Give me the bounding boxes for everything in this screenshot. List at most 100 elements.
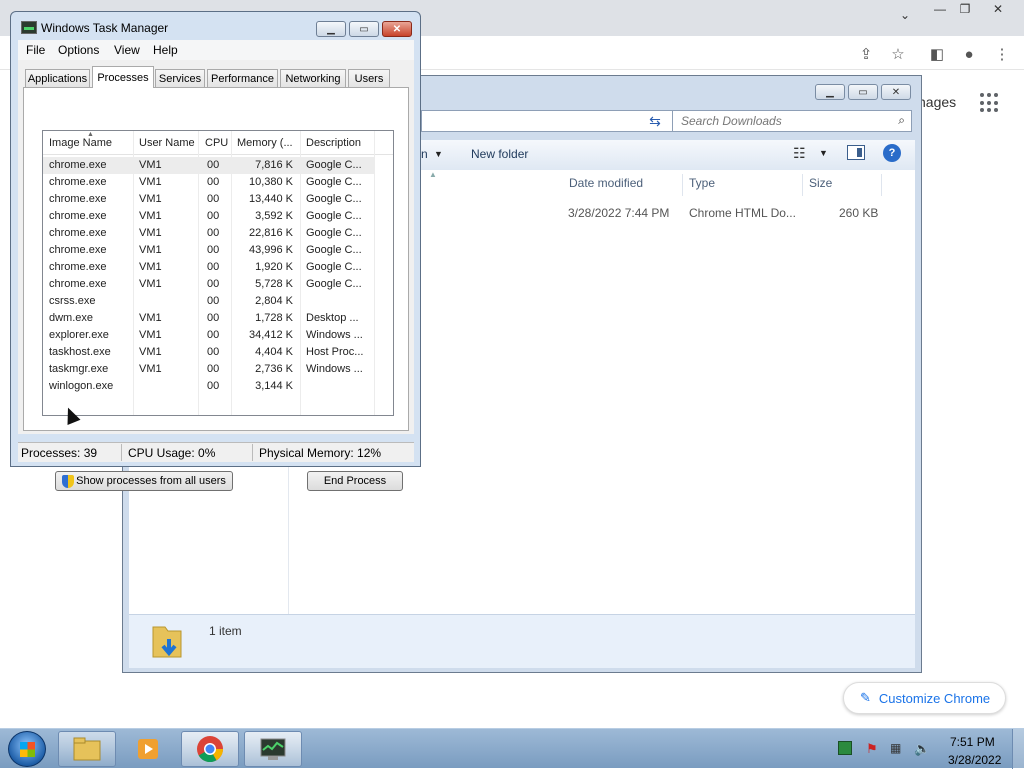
search-downloads-input[interactable]: Search Downloads ⌕ — [672, 110, 912, 132]
search-placeholder: Search Downloads — [681, 114, 782, 128]
share-icon[interactable]: ⇪ — [856, 44, 876, 64]
process-memory: 3,144 K — [255, 380, 293, 392]
chrome-restore-button[interactable]: ❐ — [950, 0, 980, 18]
show-desktop-button[interactable] — [1012, 729, 1024, 769]
show-all-processes-button[interactable]: Show processes from all users — [55, 471, 233, 491]
process-row[interactable]: explorer.exe VM1 00 34,412 K Windows ... — [43, 327, 375, 344]
process-cpu: 00 — [207, 312, 220, 324]
process-list[interactable]: ▲ Image Name User Name CPU Memory (... D… — [42, 130, 394, 416]
menu-help[interactable]: Help — [153, 43, 178, 57]
process-row[interactable]: chrome.exe VM1 00 10,380 K Google C... — [43, 174, 375, 191]
task-manager-tray-icon[interactable] — [838, 741, 852, 755]
process-cpu: 00 — [207, 346, 220, 358]
chrome-menu-icon[interactable]: ⋮ — [992, 44, 1012, 64]
col-size[interactable]: Size — [809, 176, 832, 190]
task-manager-titlebar[interactable]: Windows Task Manager ▁ ▭ ✕ — [11, 12, 420, 40]
tab-services[interactable]: Services — [155, 69, 205, 87]
organize-button-fragment[interactable]: n — [421, 147, 428, 161]
tab-networking[interactable]: Networking — [280, 69, 346, 87]
profile-avatar-icon[interactable]: ● — [959, 44, 979, 64]
process-row[interactable]: chrome.exe VM1 00 22,816 K Google C... — [43, 225, 375, 242]
col-date-modified[interactable]: Date modified — [569, 176, 643, 190]
explorer-maximize-button[interactable]: ▭ — [848, 84, 878, 100]
process-cpu: 00 — [207, 363, 220, 375]
col-memory[interactable]: Memory (... — [237, 137, 293, 149]
customize-chrome-button[interactable]: ✎ Customize Chrome — [843, 682, 1006, 714]
explorer-minimize-button[interactable]: ▁ — [815, 84, 845, 100]
col-image-name[interactable]: Image Name — [49, 137, 112, 149]
file-size[interactable]: 260 KB — [839, 206, 878, 220]
process-row[interactable]: chrome.exe VM1 00 1,920 K Google C... — [43, 259, 375, 276]
col-cpu[interactable]: CPU — [205, 137, 228, 149]
minimize-button[interactable]: ▁ — [316, 21, 346, 37]
clock-date[interactable]: 3/28/2022 — [948, 753, 1001, 767]
process-row[interactable]: chrome.exe VM1 00 5,728 K Google C... — [43, 276, 375, 293]
new-folder-button[interactable]: New folder — [471, 147, 528, 161]
col-separator[interactable] — [682, 174, 683, 196]
google-apps-icon[interactable] — [980, 93, 1000, 113]
process-name: chrome.exe — [49, 193, 107, 205]
change-view-icon[interactable]: ☷ — [793, 145, 806, 162]
tab-users[interactable]: Users — [348, 69, 390, 87]
view-dropdown-icon[interactable]: ▼ — [819, 148, 828, 158]
close-button[interactable]: ✕ — [382, 21, 412, 37]
process-row[interactable]: taskmgr.exe VM1 00 2,736 K Windows ... — [43, 361, 375, 378]
help-icon[interactable]: ? — [883, 144, 901, 162]
explorer-close-button[interactable]: ✕ — [881, 84, 911, 100]
tab-applications[interactable]: Applications — [25, 69, 90, 87]
clock-time[interactable]: 7:51 PM — [950, 735, 995, 749]
taskbar-chrome[interactable] — [181, 731, 239, 767]
process-row[interactable]: chrome.exe VM1 00 7,816 K Google C... — [43, 157, 375, 174]
search-icon[interactable]: ⌕ — [898, 113, 905, 128]
col-user-name[interactable]: User Name — [139, 137, 195, 149]
volume-icon[interactable]: 🔈 — [914, 741, 930, 756]
col-separator[interactable] — [802, 174, 803, 196]
chrome-close-button[interactable]: ✕ — [983, 0, 1013, 18]
process-name: taskhost.exe — [49, 346, 111, 358]
side-panel-icon[interactable]: ◧ — [927, 44, 947, 64]
process-user: VM1 — [139, 278, 162, 290]
task-manager-window: Windows Task Manager ▁ ▭ ✕ File Options … — [10, 11, 421, 491]
start-button[interactable] — [8, 731, 46, 767]
network-icon[interactable]: ▦ — [890, 741, 904, 755]
explorer-folder-icon — [73, 737, 101, 761]
process-row[interactable]: chrome.exe VM1 00 3,592 K Google C... — [43, 208, 375, 225]
process-description: Google C... — [306, 244, 362, 256]
col-separator[interactable] — [881, 174, 882, 196]
process-user: VM1 — [139, 329, 162, 341]
tab-processes[interactable]: Processes — [92, 66, 154, 88]
pencil-icon: ✎ — [860, 690, 871, 705]
process-row[interactable]: winlogon.exe 00 3,144 K — [43, 378, 375, 395]
maximize-button[interactable]: ▭ — [349, 21, 379, 37]
process-memory: 1,728 K — [255, 312, 293, 324]
process-memory: 34,412 K — [248, 329, 293, 341]
bookmark-star-icon[interactable]: ☆ — [888, 44, 908, 64]
organize-dropdown-icon[interactable]: ▼ — [434, 149, 443, 159]
file-type[interactable]: Chrome HTML Do... — [689, 206, 796, 220]
menu-view[interactable]: View — [114, 43, 140, 57]
tab-performance[interactable]: Performance — [207, 69, 278, 87]
taskbar-media-player[interactable] — [119, 731, 177, 767]
end-process-button[interactable]: End Process — [307, 471, 403, 491]
images-link[interactable]: nages — [918, 94, 956, 110]
taskbar-task-manager[interactable] — [244, 731, 302, 767]
process-description: Desktop ... — [306, 312, 359, 324]
col-type[interactable]: Type — [689, 176, 715, 190]
taskbar-explorer[interactable] — [58, 731, 116, 767]
process-user: VM1 — [139, 261, 162, 273]
menu-file[interactable]: File — [26, 43, 45, 57]
process-row[interactable]: dwm.exe VM1 00 1,728 K Desktop ... — [43, 310, 375, 327]
process-row[interactable]: chrome.exe VM1 00 43,996 K Google C... — [43, 242, 375, 259]
process-description: Host Proc... — [306, 346, 364, 358]
col-description[interactable]: Description — [306, 137, 361, 149]
process-row[interactable]: taskhost.exe VM1 00 4,404 K Host Proc... — [43, 344, 375, 361]
refresh-icon[interactable]: ⇆ — [643, 110, 667, 132]
tab-search-chevron-icon[interactable]: ⌄ — [890, 6, 920, 24]
menu-options[interactable]: Options — [58, 43, 99, 57]
process-memory: 5,728 K — [255, 278, 293, 290]
process-row[interactable]: csrss.exe 00 2,804 K — [43, 293, 375, 310]
file-date-modified[interactable]: 3/28/2022 7:44 PM — [568, 206, 669, 220]
process-row[interactable]: chrome.exe VM1 00 13,440 K Google C... — [43, 191, 375, 208]
action-center-flag-icon[interactable]: ⚑ — [866, 741, 880, 756]
preview-pane-icon[interactable] — [847, 145, 865, 160]
